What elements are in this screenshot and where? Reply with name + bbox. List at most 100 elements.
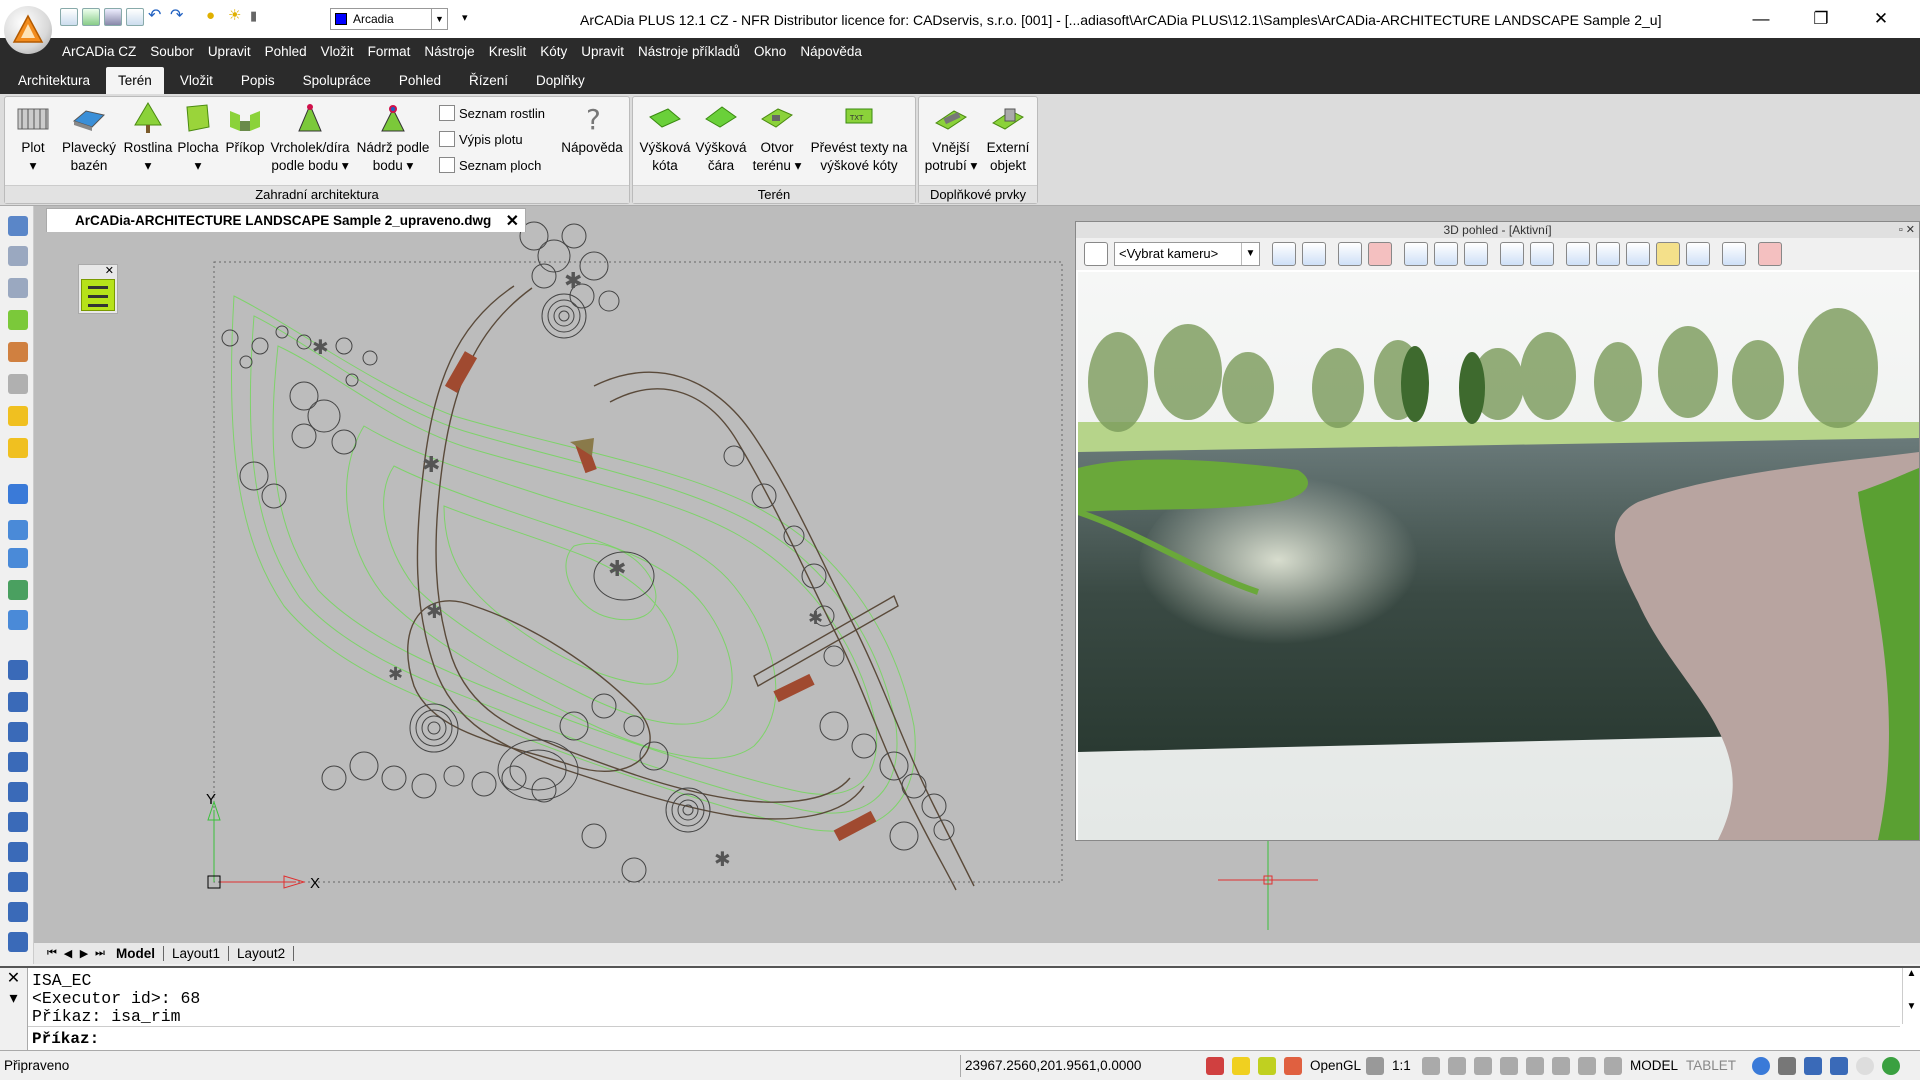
tab-doplnky[interactable]: Doplňky [524,67,597,94]
snap-icon[interactable] [8,406,28,426]
circle-icon[interactable] [8,872,28,892]
grid-3d-icon[interactable] [1758,242,1782,266]
osnap-toggle-icon[interactable] [1258,1057,1276,1075]
check-icon[interactable] [1882,1057,1900,1075]
ellipse-icon[interactable] [8,902,28,922]
document-tab[interactable]: ArCADia-ARCHITECTURE LANDSCAPE Sample 2_… [46,208,526,232]
zoom-window-icon[interactable] [8,548,28,568]
command-input[interactable]: Příkaz: [28,1026,1900,1050]
prev-tab-icon[interactable]: ◀ [60,947,76,960]
vypis-plotu-button[interactable]: Výpis plotu [439,131,523,147]
undo-icon[interactable]: ↶ [148,8,166,26]
chevron-down-icon[interactable]: ▼ [1241,243,1259,265]
orbit-icon[interactable] [8,580,28,600]
redo-icon[interactable]: ↷ [170,8,188,26]
point-icon[interactable] [8,812,28,832]
next-tab-icon[interactable]: ▶ [76,947,92,960]
save-icon[interactable] [104,8,122,26]
settings-icon[interactable] [1752,1057,1770,1075]
tab-pohled[interactable]: Pohled [387,67,453,94]
camera-select[interactable]: <Vybrat kameru> ▼ [1114,242,1260,266]
dimension-icon[interactable] [8,752,28,772]
menu-item[interactable]: Nástroje příkladů [638,44,740,59]
close-button[interactable]: ✕ [1866,6,1896,32]
regen-icon[interactable] [8,484,28,504]
properties-icon[interactable] [8,216,28,236]
externi-objekt-button[interactable]: Externí objekt [981,101,1035,175]
menu-item[interactable]: Format [368,44,411,59]
fly-icon[interactable] [1434,242,1458,266]
open-icon[interactable] [82,8,100,26]
animation-icon[interactable] [1626,242,1650,266]
measure-icon[interactable] [8,660,28,680]
hamburger-icon[interactable] [81,279,115,311]
menu-item[interactable]: Nápověda [800,44,862,59]
save-view-icon[interactable] [1500,242,1524,266]
vrcholek-dira-button[interactable]: Vrcholek/díra podle bodu ▾ [267,101,353,175]
renderer-label[interactable]: OpenGL [1310,1058,1361,1073]
arc-icon[interactable] [8,782,28,802]
render-icon[interactable] [1338,242,1362,266]
arcadia-logo[interactable] [4,6,52,54]
qat-customize-icon[interactable]: ▾ [462,11,468,24]
rendered-scene[interactable] [1078,272,1919,840]
restore-button[interactable]: ❐ [1806,6,1836,32]
seznam-rostlin-button[interactable]: Seznam rostlin [439,105,545,121]
command-window-handle[interactable]: ✕ ▾ [0,968,28,1052]
tablet-label[interactable]: TABLET [1686,1058,1736,1073]
tool-icon[interactable] [1422,1057,1440,1075]
otrack-toggle-icon[interactable] [1284,1057,1302,1075]
menu-item[interactable]: Kreslit [489,44,527,59]
menu-item[interactable]: ArCADia CZ [62,44,136,59]
lock-icon[interactable] [1778,1057,1796,1075]
model-space-label[interactable]: MODEL [1630,1058,1678,1073]
lock-icon[interactable]: ▮ [250,8,268,26]
scale-label[interactable]: 1:1 [1392,1058,1411,1073]
vyskova-kota-button[interactable]: Výšková kóta [637,101,693,175]
bulb-icon[interactable]: ● [206,8,224,26]
grid-icon[interactable] [8,374,28,394]
nadrz-podle-bodu-button[interactable]: Nádrž podle bodu ▾ [353,101,433,175]
polyline-icon[interactable] [8,722,28,742]
wireframe-icon[interactable] [1596,242,1620,266]
sun-icon[interactable]: ☀ [228,8,246,26]
otvor-terenu-button[interactable]: Otvor terénu ▾ [749,101,805,175]
tab-vlozit[interactable]: Vložit [168,67,225,94]
first-tab-icon[interactable]: ⏮ [44,947,60,960]
prikop-button[interactable]: Příkop [223,101,267,157]
hatch-icon[interactable] [8,342,28,362]
snap-toggle-icon[interactable] [1232,1057,1250,1075]
3d-icon[interactable] [1686,242,1710,266]
monitor-icon[interactable] [1804,1057,1822,1075]
chevron-down-icon[interactable]: ▼ [431,9,447,29]
dyn-icon[interactable] [1552,1057,1570,1075]
menu-item[interactable]: Kóty [540,44,567,59]
workspace-icon[interactable] [1448,1057,1466,1075]
prevest-texty-button[interactable]: TXT Převést texty na výškové kóty [807,101,911,175]
layers-icon[interactable] [8,246,28,266]
walk-icon[interactable] [1464,242,1488,266]
menu-item[interactable]: Soubor [150,44,194,59]
menu-item[interactable]: Pohled [265,44,307,59]
tab-rizeni[interactable]: Řízení [457,67,520,94]
orbit-3d-icon[interactable] [1722,242,1746,266]
annotation-icon[interactable] [1366,1057,1384,1075]
window-icon[interactable] [1830,1057,1848,1075]
perspective-icon[interactable] [1272,242,1296,266]
camera-icon[interactable] [1084,242,1108,266]
plocha-button[interactable]: Plocha ▾ [175,101,221,175]
new-icon[interactable] [60,8,78,26]
polar-icon[interactable] [1526,1057,1544,1075]
tab-popis[interactable]: Popis [229,67,287,94]
blocks-icon[interactable] [8,278,28,298]
layer-select[interactable]: Arcadia ▼ [330,8,448,30]
load-view-icon[interactable] [1530,242,1554,266]
tab-teren[interactable]: Terén [106,67,164,94]
green-area-icon[interactable] [8,310,28,330]
menu-item[interactable]: Vložit [321,44,354,59]
rotate-icon[interactable] [8,842,28,862]
viewport-window-icons[interactable]: ▫ ✕ [1899,222,1915,238]
minimize-button[interactable]: — [1746,6,1776,32]
tab-model[interactable]: Model [108,946,164,961]
shade-icon[interactable] [1566,242,1590,266]
